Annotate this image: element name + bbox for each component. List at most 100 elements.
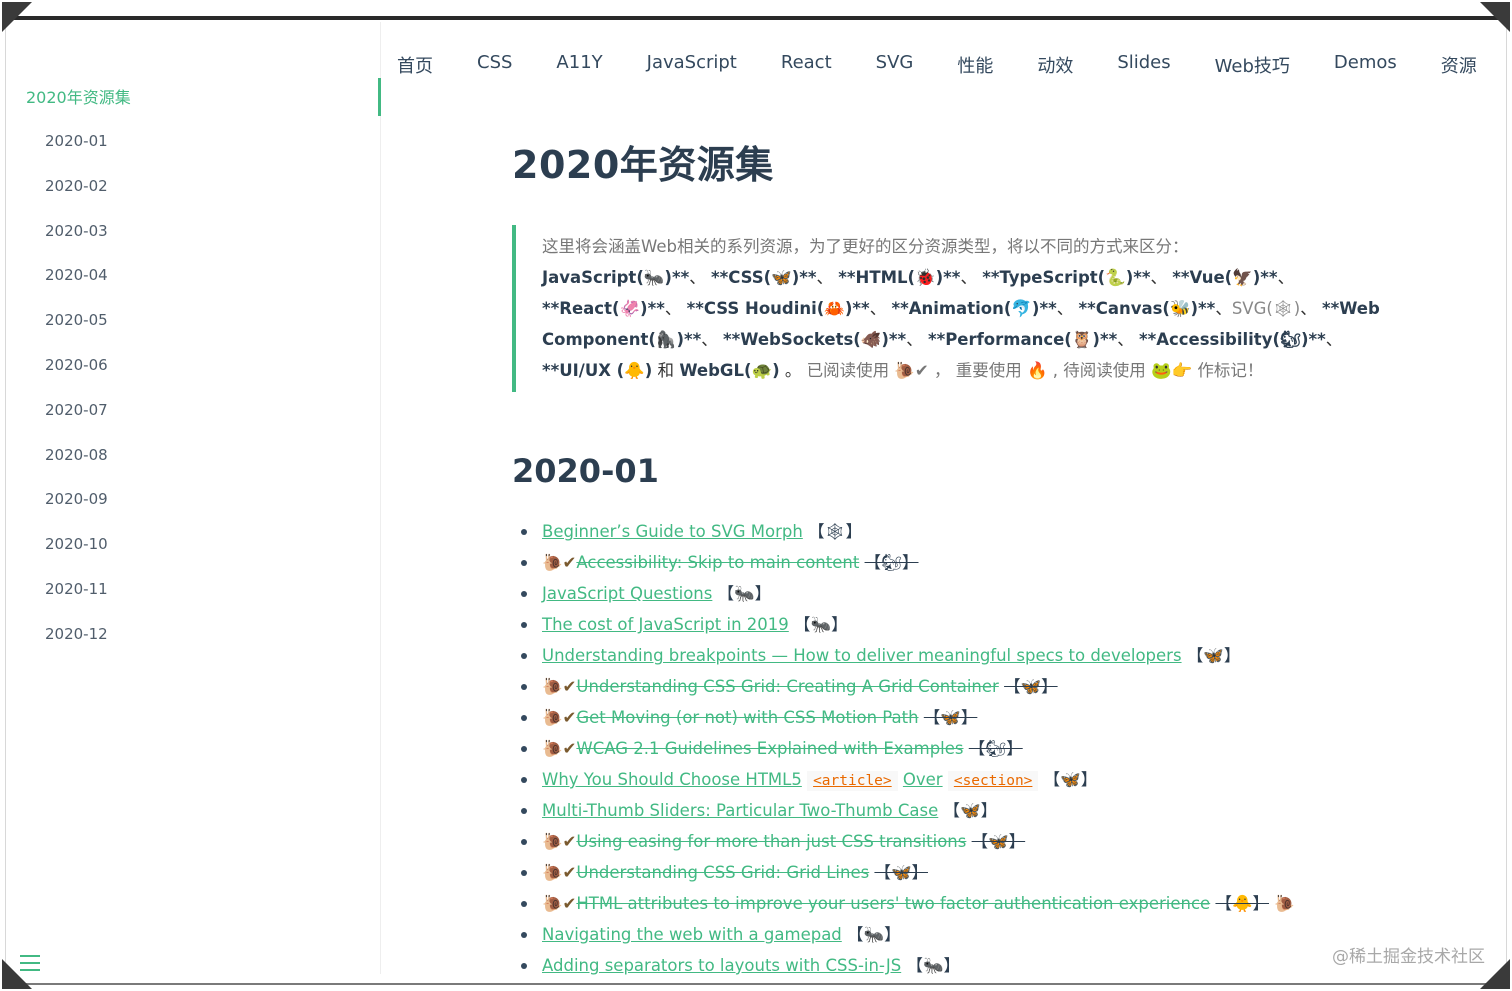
resource-link[interactable]: Understanding CSS Grid: Grid Lines [576, 863, 869, 882]
list-item: 🐌✔Understanding CSS Grid: Creating A Gri… [521, 671, 1392, 702]
watermark: @稀土掘金技术社区 [1332, 947, 1485, 967]
sidebar-item[interactable]: 2020-06 [45, 352, 108, 397]
nav-item[interactable]: Demos [1334, 52, 1397, 78]
category-tag: 【🦋】 [1043, 770, 1098, 789]
category-tag: 【🐿】 [864, 553, 919, 572]
legend-separator: 、 [1150, 268, 1173, 287]
legend-tag: **WebSockets(🐗)** [723, 330, 907, 349]
resource-link[interactable]: Understanding breakpoints — How to deliv… [542, 646, 1182, 665]
frame-corner-icon [1480, 2, 1510, 32]
list-item: 🐌✔Get Moving (or not) with CSS Motion Pa… [521, 702, 1392, 733]
sidebar-item[interactable]: 2020-05 [45, 307, 108, 352]
list-item: 🐌✔Accessibility: Skip to main content 【🐿… [521, 547, 1392, 578]
legend-blockquote: 这里将会涵盖Web相关的系列资源，为了更好的区分资源类型，将以不同的方式来区分：… [512, 225, 1392, 392]
list-item: 🐌✔Using easing for more than just CSS tr… [521, 826, 1392, 857]
nav-item[interactable]: 首页 [397, 52, 433, 78]
category-tag: 【🦋】 [971, 832, 1026, 851]
category-tag: 【🦋】 [943, 801, 998, 820]
read-marker-icon: 🐌✔ [542, 739, 577, 758]
sidebar-item[interactable]: 2020-01 [45, 128, 108, 173]
sidebar-item[interactable]: 2020-10 [45, 531, 108, 576]
resource-link[interactable]: Adding separators to layouts with CSS-in… [542, 956, 901, 975]
page-title: 2020年资源集 [512, 143, 774, 187]
read-marker-icon: 🐌✔ [542, 894, 577, 913]
resource-link[interactable]: The cost of JavaScript in 2019 [542, 615, 789, 634]
nav-item[interactable]: JavaScript [647, 52, 737, 78]
nav-item[interactable]: A11Y [556, 52, 602, 78]
resource-link[interactable]: Accessibility: Skip to main content [576, 553, 859, 572]
sidebar-list: 2020-01 2020-02 2020-03 2020-04 2020-05 2020-… [45, 128, 108, 666]
legend-separator: 、 [1325, 330, 1343, 349]
legend-separator: 、 [906, 330, 928, 349]
photo-frame-bottom [8, 983, 1504, 985]
photo-frame-right [1506, 20, 1507, 983]
list-item: 🐌✔WCAG 2.1 Guidelines Explained with Exa… [521, 733, 1392, 764]
sidebar-item-active[interactable]: 2020年资源集 [26, 84, 131, 108]
list-item: Why You Should Choose HTML5 <article> Ov… [521, 764, 1392, 795]
nav-item[interactable]: 资源 [1441, 52, 1477, 78]
list-item: 🐌✔Understanding CSS Grid: Grid Lines 【🦋】 [521, 857, 1392, 888]
top-nav: 首页 CSS A11Y JavaScript React SVG 性能 动效 Slides Web… [397, 52, 1477, 78]
legend-separator: 、 [869, 299, 892, 318]
nav-item[interactable]: 性能 [957, 52, 993, 78]
category-tag: 【🐜】 [847, 925, 901, 944]
resource-link[interactable]: Multi-Thumb Sliders: Particular Two-Thum… [542, 801, 938, 820]
list-item: Multi-Thumb Sliders: Particular Two-Thum… [521, 795, 1392, 826]
inline-code[interactable]: <section> [947, 771, 1039, 791]
legend-tag: **CSS Houdini(🦀)** [686, 299, 870, 318]
sidebar-item[interactable]: 2020-11 [45, 576, 108, 621]
photo-frame-top [8, 16, 1504, 20]
inline-code[interactable]: <article> [807, 771, 898, 791]
resource-link[interactable]: JavaScript Questions [542, 584, 712, 603]
nav-item[interactable]: Web技巧 [1215, 52, 1290, 78]
legend-tag: WebGL(🐢) [679, 361, 780, 380]
category-tag: 【🦋】 [923, 708, 978, 727]
legend-separator: 。 [779, 361, 807, 380]
sidebar-item[interactable]: 2020-07 [45, 397, 108, 442]
nav-item[interactable]: React [781, 52, 832, 78]
resource-link[interactable]: Beginner’s Guide to SVG Morph [542, 522, 803, 541]
resource-link[interactable]: Understanding CSS Grid: Creating A Grid … [576, 677, 998, 696]
resource-link[interactable]: Using easing for more than just CSS tran… [576, 832, 966, 851]
category-tag: 【🕸】 [808, 522, 863, 541]
sidebar-item[interactable]: 2020-04 [45, 262, 108, 307]
sidebar-item[interactable]: 2020-08 [45, 442, 108, 487]
sidebar-item[interactable]: 2020-02 [45, 173, 108, 218]
category-tag: 【🐥】 [1215, 894, 1270, 913]
list-item: Adding separators to layouts with CSS-in… [521, 950, 1392, 981]
legend-separator: 和 [652, 361, 680, 380]
legend-tail: 已阅读使用 🐌✔ ， 重要使用 🔥 , 待阅读使用 🐸👉 作标记！ [806, 361, 1264, 380]
resource-link[interactable]: Get Moving (or not) with CSS Motion Path [576, 708, 918, 727]
legend-tag: **Vue(🦅)** [1172, 268, 1278, 287]
legend-separator: 、 [1277, 268, 1295, 287]
list-item: JavaScript Questions 【🐜】 [521, 578, 1392, 609]
category-tag: 【🐜】 [906, 956, 960, 975]
legend-tag: SVG(🕸) [1231, 299, 1301, 318]
legend-tag: JavaScript(🐜)** [542, 268, 690, 287]
nav-item[interactable]: 动效 [1037, 52, 1073, 78]
nav-item[interactable]: Slides [1117, 52, 1170, 78]
category-tag: 【🦋】 [1186, 646, 1241, 665]
hamburger-menu-icon[interactable] [20, 955, 40, 973]
sidebar-item[interactable]: 2020-09 [45, 486, 108, 531]
read-marker-icon: 🐌✔ [542, 832, 577, 851]
nav-item[interactable]: CSS [477, 52, 512, 78]
list-item: Beginner’s Guide to SVG Morph 【🕸】 [521, 516, 1392, 547]
legend-separator: 、 [1300, 299, 1322, 318]
legend-separator: 、 [816, 268, 839, 287]
resource-link[interactable]: Over [903, 770, 943, 789]
resource-list: Beginner’s Guide to SVG Morph 【🕸】 🐌✔Acces… [512, 516, 1392, 981]
nav-item[interactable]: SVG [876, 52, 914, 78]
legend-tag: **Canvas(🐝)** [1078, 299, 1216, 318]
legend-separator: 、 [664, 299, 687, 318]
list-item: Understanding breakpoints — How to deliv… [521, 640, 1392, 671]
sidebar-item[interactable]: 2020-03 [45, 218, 108, 263]
resource-link[interactable]: Why You Should Choose HTML5 [542, 770, 802, 789]
legend-tag: **CSS(🦋)** [710, 268, 817, 287]
category-tag: 【🐜】 [717, 584, 772, 603]
resource-link[interactable]: Navigating the web with a gamepad [542, 925, 842, 944]
resource-link[interactable]: HTML attributes to improve your users' t… [576, 894, 1210, 913]
category-tag: 【🐜】 [794, 615, 848, 634]
resource-link[interactable]: WCAG 2.1 Guidelines Explained with Examp… [576, 739, 963, 758]
sidebar-item[interactable]: 2020-12 [45, 621, 108, 666]
